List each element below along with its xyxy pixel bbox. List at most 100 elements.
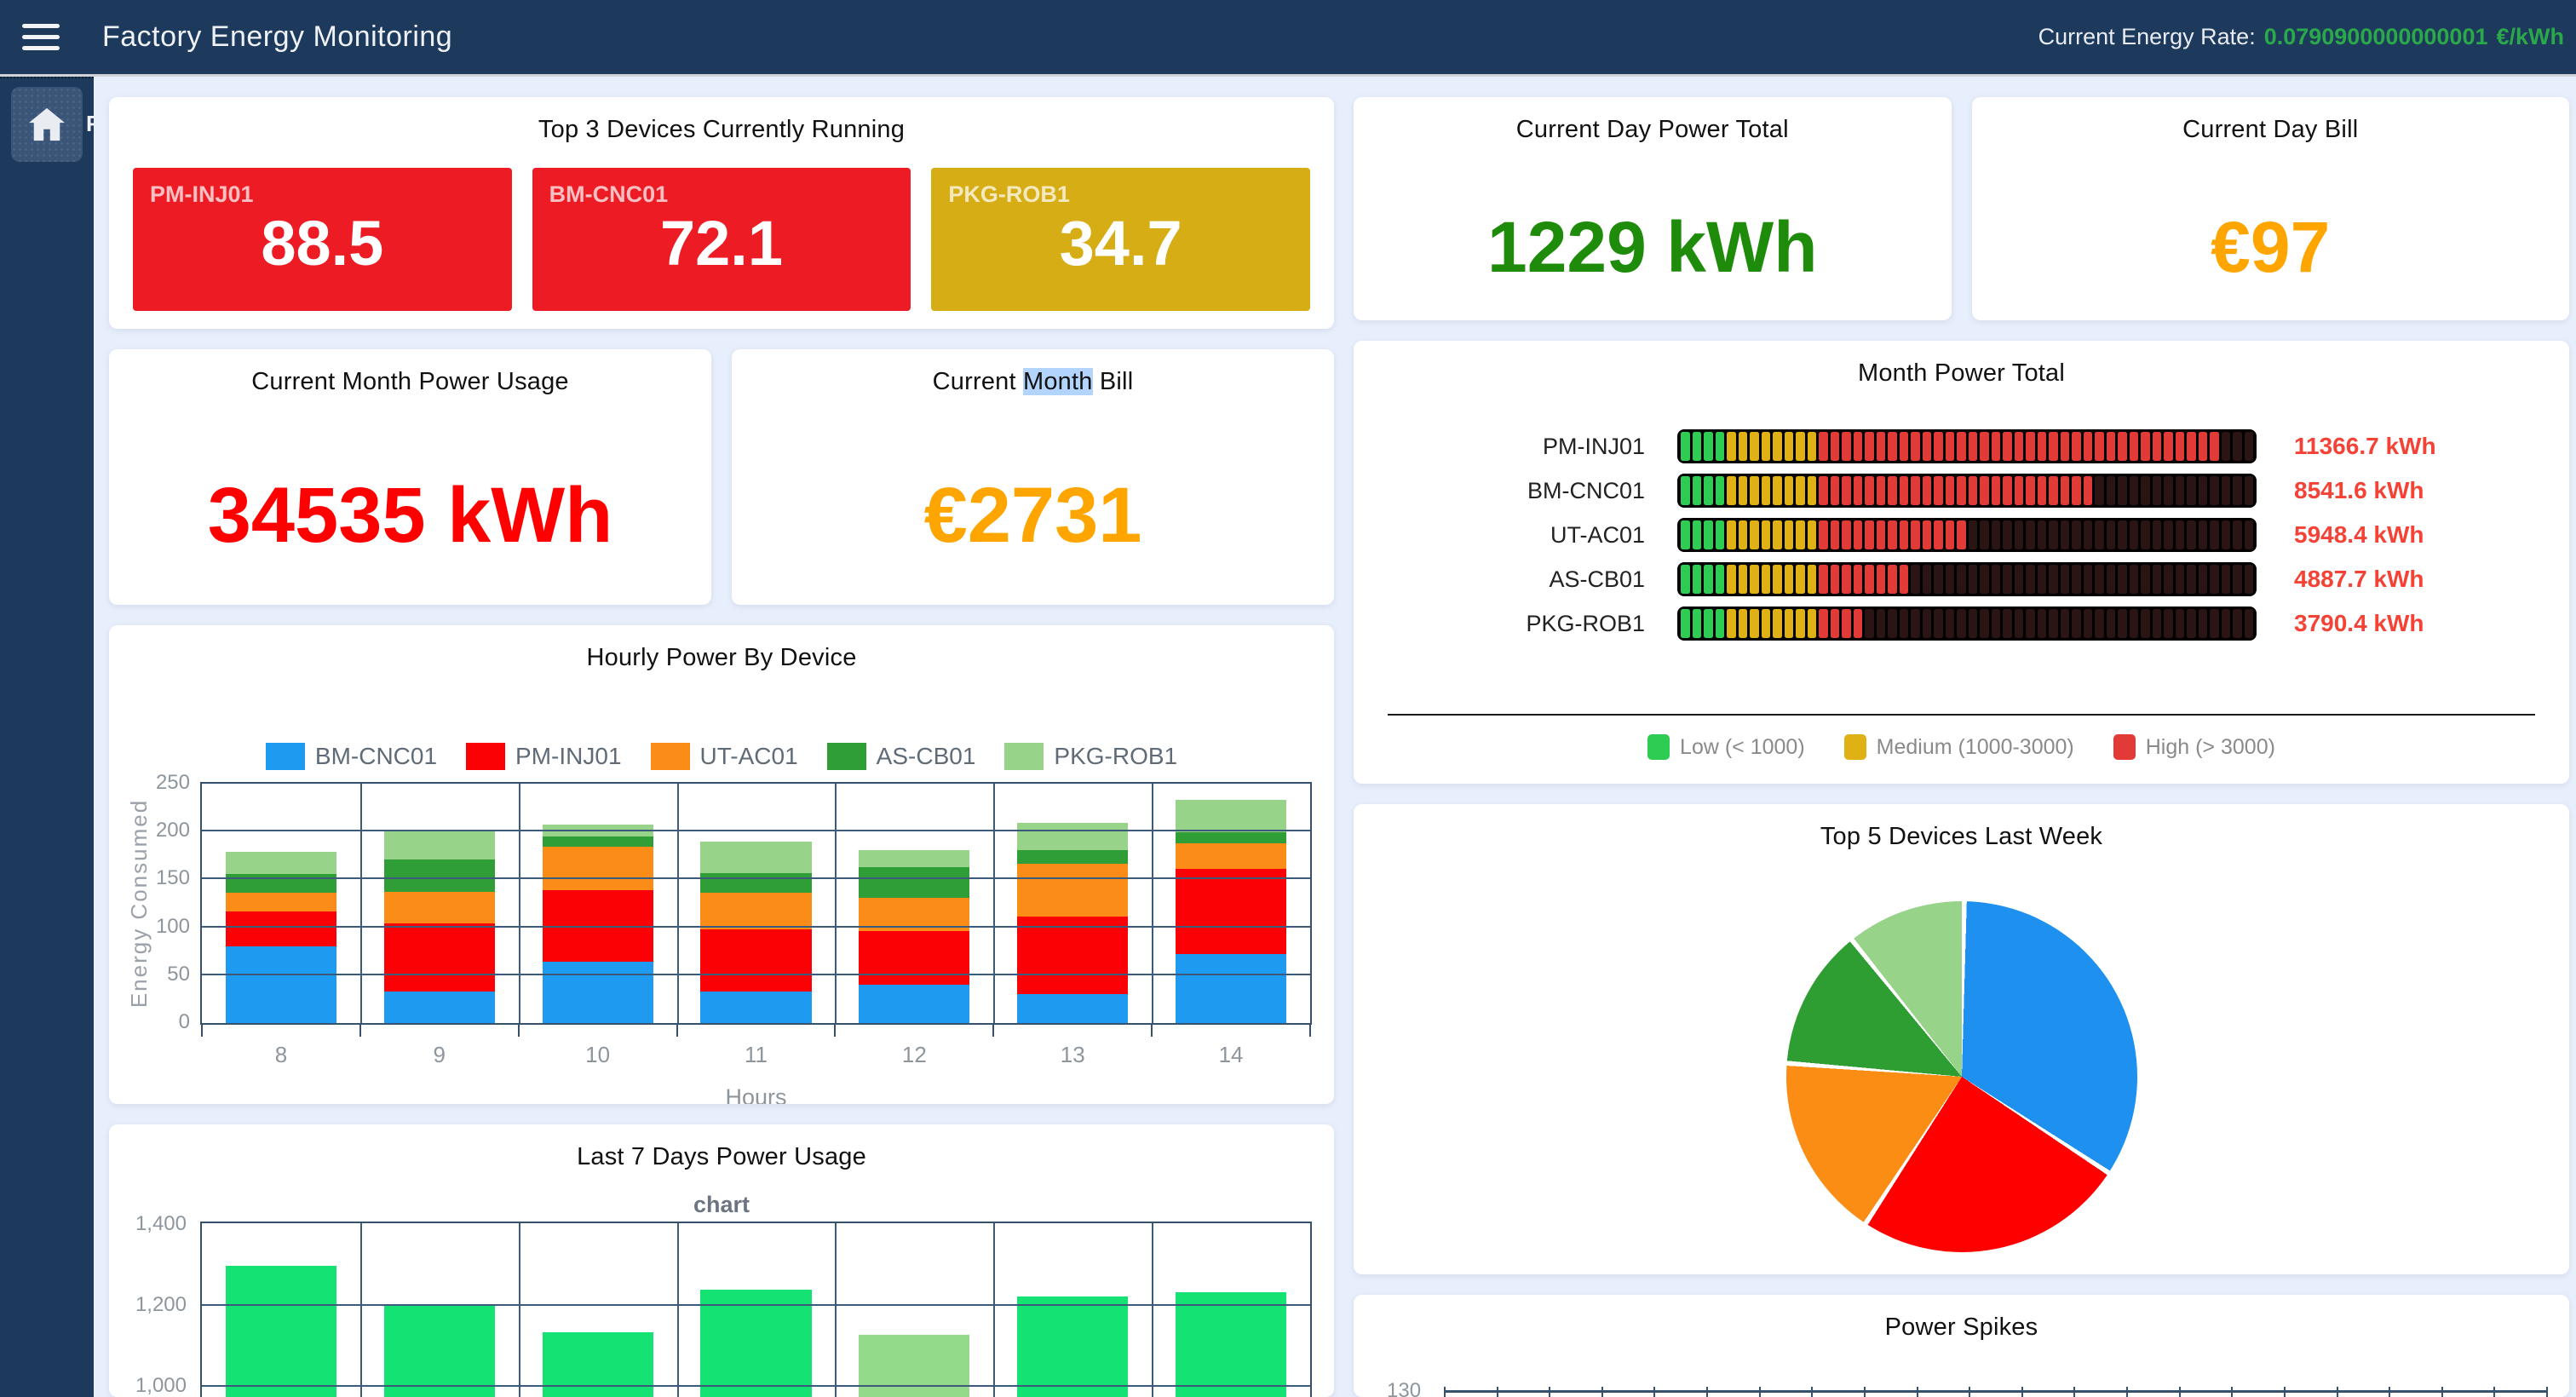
chart-title: Top 5 Devices Last Week: [1354, 804, 2569, 851]
bar: [1176, 1292, 1286, 1397]
axis-tick: [1706, 1387, 1708, 1397]
gauge-segment: [2049, 609, 2058, 638]
gauge-segment: [1854, 565, 1863, 594]
x-axis-tick: 8: [202, 1042, 360, 1068]
top5-last-week-card: Top 5 Devices Last Week: [1354, 804, 2569, 1274]
gauge-segment: [1946, 432, 1955, 461]
gauge-device-label: AS-CB01: [1388, 566, 1677, 593]
gauge-segment: [1716, 476, 1725, 505]
gauge-segment: [1865, 609, 1874, 638]
hourly-stacked-bar-chart[interactable]: 050100150200250891011121314Energy Consum…: [200, 782, 1312, 1025]
pie-chart[interactable]: [1786, 901, 2137, 1252]
gauge-segment: [2095, 609, 2104, 638]
gauge-segment: [2199, 520, 2208, 549]
gauge-segment: [1796, 520, 1805, 549]
gauge-segment: [2049, 476, 2058, 505]
gauge-segment: [2061, 432, 2070, 461]
top3-devices-card: Top 3 Devices Currently Running PM-INJ01…: [109, 97, 1334, 329]
bar-segment: [226, 911, 336, 947]
column-separator: [835, 1223, 837, 1397]
gauge-segment: [2038, 432, 2047, 461]
gauge-segment: [2061, 476, 2070, 505]
gauge-segment: [2015, 432, 2024, 461]
gauge-segment: [1681, 476, 1690, 505]
gauge-segment: [1750, 432, 1759, 461]
chart-column: 11: [677, 784, 836, 1023]
gauge-segment: [2072, 565, 2081, 594]
bar-segment: [1176, 843, 1286, 869]
gauge-value: 8541.6 kWh: [2294, 477, 2424, 504]
gauge-segment: [1946, 520, 1955, 549]
bar-segment: [1176, 800, 1286, 832]
gauge-segment: [1808, 432, 1817, 461]
gauge-segment: [1969, 565, 1978, 594]
home-nav-button[interactable]: [11, 87, 83, 162]
device-name: PM-INJ01: [150, 181, 254, 208]
axis-tick: [359, 1023, 361, 1037]
axis-tick: [2441, 1387, 2443, 1397]
gauge-segment: [1693, 432, 1702, 461]
gauge-segment: [1900, 565, 1909, 594]
gauge-segment: [1911, 476, 1920, 505]
gauge-segment: [2153, 565, 2162, 594]
gauge-segment: [1842, 609, 1851, 638]
gauge-segment: [2210, 432, 2219, 461]
gauge-segment: [1888, 565, 1897, 594]
bar-segment: [384, 992, 495, 1023]
bar: [859, 1335, 969, 1397]
menu-button[interactable]: [22, 19, 70, 56]
power-spikes-chart[interactable]: 130: [1445, 1390, 2547, 1393]
gauge-segment: [2245, 565, 2254, 594]
gauge-segment: [2130, 476, 2139, 505]
gauge-segment: [1739, 476, 1748, 505]
gauge-segment: [1934, 609, 1943, 638]
gauge-segment: [1865, 476, 1874, 505]
gauge-segment: [1923, 609, 1932, 638]
gauge-segment: [1992, 432, 2001, 461]
gauge-segment: [1842, 520, 1851, 549]
gauge-legend: Low (< 1000)Medium (1000-3000)High (> 30…: [1354, 734, 2569, 760]
bar-segment: [226, 946, 336, 1023]
card-title: Current Month Bill: [732, 349, 1334, 396]
bar-segment: [226, 893, 336, 911]
gauge-segment: [1957, 565, 1966, 594]
gridline: [202, 1304, 1310, 1306]
gauge-segment: [2003, 565, 2012, 594]
gauge-segment: [2026, 432, 2035, 461]
day-bill-card: Current Day Bill €97: [1972, 97, 2570, 320]
gauge-segment: [1946, 476, 1955, 505]
y-axis-tick: 1,000: [127, 1374, 187, 1397]
bar-segment: [700, 842, 811, 873]
day-total-card: Current Day Power Total 1229 kWh: [1354, 97, 1952, 320]
gauge-segment: [1762, 476, 1771, 505]
column-separator: [993, 784, 995, 1023]
gauge-segment: [2026, 565, 2035, 594]
gauge-segment: [1992, 476, 2001, 505]
gauge-segment: [1750, 565, 1759, 594]
gauge-segment: [2015, 609, 2024, 638]
legend-label: High (> 3000): [2146, 735, 2275, 760]
axis-tick: [1759, 1387, 1761, 1397]
gauge-segment: [1865, 565, 1874, 594]
gauge-segment: [2130, 565, 2139, 594]
legend-label: PM-INJ01: [515, 743, 621, 770]
graduated-bar-rows: PM-INJ0111366.7 kWhBM-CNC018541.6 kWhUT-…: [1388, 424, 2535, 646]
gauge-segment: [1888, 432, 1897, 461]
gauge-segment: [2164, 432, 2173, 461]
gauge-segment: [2130, 520, 2139, 549]
device-power-value: 34.7: [931, 207, 1310, 279]
axis-tick: [2073, 1387, 2075, 1397]
gauge-segment: [1923, 476, 1932, 505]
last7-bar-chart[interactable]: 1,4001,2001,000: [200, 1222, 1312, 1397]
axis-tick: [676, 1023, 678, 1037]
x-axis-tick: 12: [835, 1042, 993, 1068]
gauge-segment: [1716, 609, 1725, 638]
gauge-segment: [2141, 432, 2150, 461]
axis-tick: [2389, 1387, 2390, 1397]
dashboard: Top 3 Devices Currently Running PM-INJ01…: [94, 77, 2576, 1397]
month-usage-value: 34535 kWh: [109, 396, 711, 605]
gauge-segment: [2038, 609, 2047, 638]
gauge-segment: [2210, 565, 2219, 594]
gauge-segment: [1980, 520, 1989, 549]
gauge-segment: [1957, 432, 1966, 461]
